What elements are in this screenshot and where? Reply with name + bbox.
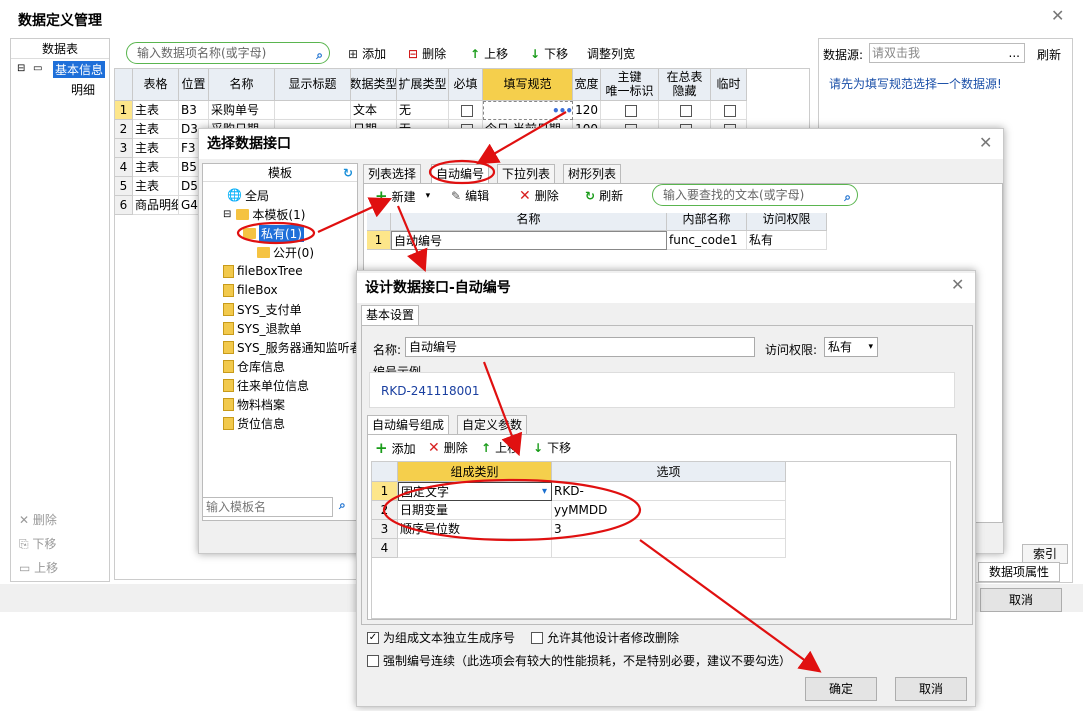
annotation-overlay <box>236 111 822 673</box>
